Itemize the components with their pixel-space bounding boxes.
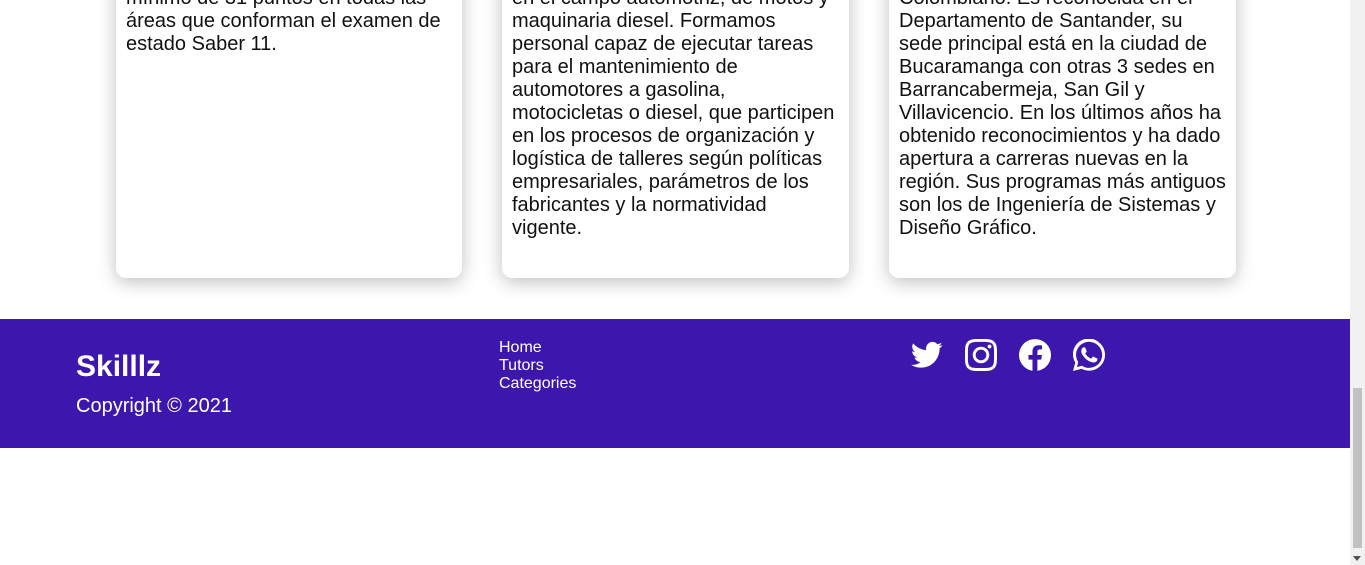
card-text: a nivel local, nacional e internacional … [512,0,835,239]
copyright-text: Copyright © 2021 [76,395,232,417]
page-blank-area [0,448,1350,565]
scroll-down-arrow-icon[interactable] [1353,556,1361,561]
footer-link-tutors[interactable]: Tutors [499,357,576,375]
site-footer: Skilllz Copyright © 2021 Home Tutors Cat… [0,319,1350,448]
page-viewport: requisitos: - Acreditar un puntaje mínim… [0,0,1350,565]
card-text: requisitos: - Acreditar un puntaje mínim… [126,0,441,55]
facebook-icon[interactable] [1019,339,1052,371]
instagram-icon[interactable] [965,339,997,371]
card-text: pueblo Santandereano y Colombiano. Es re… [899,0,1226,239]
footer-brand: Skilllz [76,350,162,383]
whatsapp-icon[interactable] [1072,338,1106,371]
social-links [911,338,1106,371]
info-card: requisitos: - Acreditar un puntaje mínim… [116,0,462,278]
footer-link-categories[interactable]: Categories [499,375,576,393]
twitter-icon[interactable] [911,339,943,371]
info-card: a nivel local, nacional e internacional … [502,0,849,278]
footer-nav: Home Tutors Categories [499,339,576,393]
scrollbar-thumb[interactable] [1353,388,1362,548]
vertical-scrollbar[interactable] [1350,0,1365,565]
info-card: pueblo Santandereano y Colombiano. Es re… [889,0,1236,278]
footer-link-home[interactable]: Home [499,339,576,357]
